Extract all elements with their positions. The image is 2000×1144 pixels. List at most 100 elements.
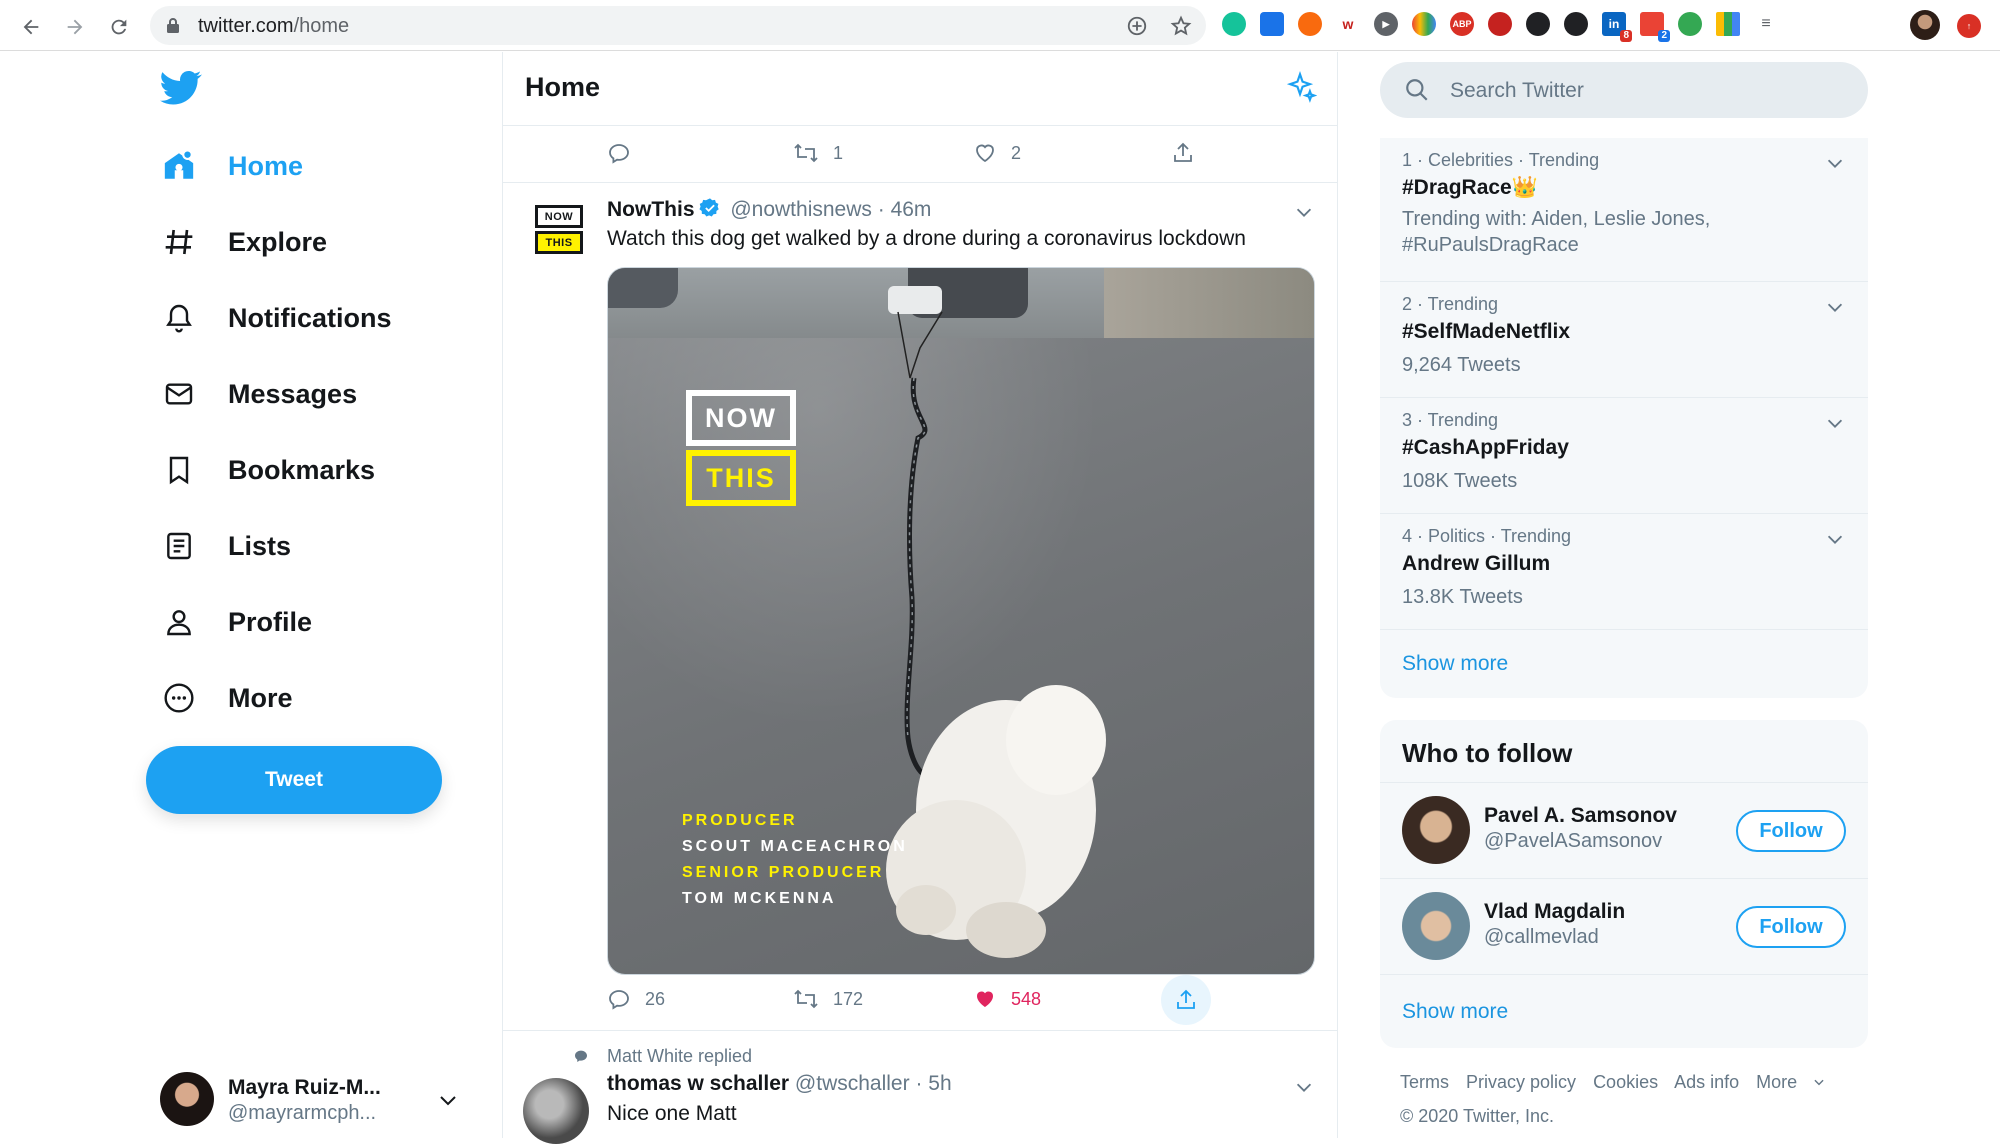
- tweet-author-name[interactable]: thomas w schaller: [607, 1072, 789, 1095]
- search-icon: [1406, 79, 1428, 101]
- linkedin-icon[interactable]: in 8: [1602, 12, 1632, 42]
- chevron-down-icon[interactable]: [1293, 1076, 1315, 1098]
- video-brand-bottom: THIS: [686, 450, 796, 506]
- adblock-icon[interactable]: ABP: [1450, 12, 1474, 36]
- avatar[interactable]: [1402, 892, 1470, 960]
- w-icon[interactable]: w: [1336, 12, 1360, 36]
- trends-show-more-link[interactable]: Show more: [1402, 652, 1508, 676]
- follow-suggestion[interactable]: Vlad Magdalin @callmevlad Follow: [1380, 878, 1868, 974]
- twitter-logo-icon[interactable]: [160, 70, 202, 106]
- trend-item[interactable]: 1 · Celebrities · Trending #DragRace👑 Tr…: [1380, 138, 1868, 282]
- trend-subtitle: 13.8K Tweets: [1402, 586, 1523, 608]
- account-switcher[interactable]: Mayra Ruiz-M... @mayrarmcph...: [160, 1072, 470, 1132]
- footer-link-privacy[interactable]: Privacy policy: [1466, 1072, 1576, 1092]
- chevron-down-icon[interactable]: [1824, 528, 1846, 550]
- like-button[interactable]: 548: [973, 987, 1041, 1011]
- follow-button[interactable]: Follow: [1736, 810, 1846, 852]
- trend-item[interactable]: 2 · Trending #SelfMadeNetflix 9,264 Twee…: [1380, 282, 1868, 398]
- video-brand: NOW THIS: [686, 390, 796, 506]
- tweet-author-handle[interactable]: @nowthisnews: [730, 198, 872, 221]
- footer-link-terms[interactable]: Terms: [1400, 1072, 1449, 1092]
- nav-lists[interactable]: Lists: [160, 520, 291, 572]
- nav-home[interactable]: Home: [160, 140, 303, 192]
- reload-button[interactable]: [102, 10, 136, 44]
- tweet-author-name[interactable]: NowThis: [607, 198, 695, 221]
- nav-more-label: More: [228, 682, 293, 713]
- playlist-icon[interactable]: ≡: [1754, 12, 1778, 36]
- nav-explore[interactable]: Explore: [160, 216, 327, 268]
- trend-item[interactable]: 4 · Politics · Trending Andrew Gillum 13…: [1380, 514, 1868, 630]
- back-button[interactable]: [14, 10, 48, 44]
- search-box[interactable]: Search Twitter: [1380, 62, 1868, 118]
- add-circle-icon[interactable]: [1126, 15, 1148, 37]
- star-icon[interactable]: [1170, 15, 1192, 37]
- verified-badge-icon: [698, 198, 719, 217]
- avatar[interactable]: [1402, 796, 1470, 864]
- bar-chart-icon[interactable]: [1716, 12, 1740, 36]
- address-bar[interactable]: twitter.com/home: [150, 6, 1206, 45]
- follow-button[interactable]: Follow: [1736, 906, 1846, 948]
- nav-more[interactable]: More: [160, 672, 293, 724]
- trend-meta: 2 · Trending: [1402, 294, 1499, 314]
- share-button[interactable]: [1161, 975, 1211, 1025]
- avatar[interactable]: [523, 1078, 589, 1144]
- share-button[interactable]: [1171, 141, 1195, 165]
- nav-messages[interactable]: Messages: [160, 368, 357, 420]
- tweet-time[interactable]: 46m: [891, 198, 932, 221]
- timeline-header: Home: [503, 52, 1337, 126]
- tweet-header: NowThis @nowthisnews · 46m: [607, 197, 931, 222]
- footer-link-more[interactable]: More: [1756, 1072, 1826, 1092]
- chevron-down-icon[interactable]: [1824, 296, 1846, 318]
- camera-icon[interactable]: [1678, 12, 1702, 36]
- trend-title: #SelfMadeNetflix: [1402, 320, 1571, 343]
- avatar-logo-top: NOW: [535, 205, 583, 228]
- tweet-separator: ·: [877, 198, 891, 221]
- sparkle-icon[interactable]: [1283, 70, 1317, 104]
- analytics-icon[interactable]: [1564, 12, 1588, 36]
- trend-item[interactable]: 3 · Trending #CashAppFriday 108K Tweets: [1380, 398, 1868, 514]
- video-credits: PRODUCER SCOUT MACEACHRON SENIOR PRODUCE…: [682, 808, 908, 912]
- like-button[interactable]: 2: [973, 141, 1021, 165]
- tweet-time[interactable]: 5h: [928, 1072, 951, 1095]
- avatar: [160, 1072, 214, 1126]
- tweet-button[interactable]: Tweet: [146, 746, 442, 814]
- retweet-button[interactable]: 172: [793, 987, 863, 1011]
- suggestion-name[interactable]: Vlad Magdalin: [1484, 900, 1625, 924]
- honey-icon[interactable]: [1298, 12, 1322, 36]
- rainbow-icon[interactable]: [1412, 12, 1436, 36]
- retweet-button[interactable]: 1: [793, 141, 843, 165]
- search-input[interactable]: Search Twitter: [1450, 79, 1584, 103]
- update-icon[interactable]: ↑: [1957, 14, 1981, 38]
- follow-suggestion[interactable]: Pavel A. Samsonov @PavelASamsonov Follow: [1380, 782, 1868, 878]
- browser-profile-avatar[interactable]: [1910, 10, 1940, 40]
- tweet[interactable]: Matt White replied thomas w schaller @tw…: [503, 1032, 1337, 1144]
- ublock-icon[interactable]: [1488, 12, 1512, 36]
- grammarly-icon[interactable]: [1222, 12, 1246, 36]
- footer-link-ads[interactable]: Ads info: [1674, 1072, 1739, 1092]
- chevron-down-icon[interactable]: [1824, 412, 1846, 434]
- speech-bubble-icon: [575, 1050, 587, 1062]
- globe-icon[interactable]: [1526, 12, 1550, 36]
- chevron-down-icon[interactable]: [1293, 201, 1315, 223]
- tweet-author-handle[interactable]: @twschaller: [795, 1072, 910, 1095]
- puzzle-icon[interactable]: 2: [1640, 12, 1670, 42]
- tweet-video[interactable]: NOW THIS PRODUCER SCOUT MACEACHRON SENIO…: [607, 267, 1315, 975]
- chevron-down-icon[interactable]: [1824, 152, 1846, 174]
- envelope-icon: [165, 383, 193, 405]
- video-brand-top: NOW: [686, 390, 796, 446]
- play-icon[interactable]: ▶: [1374, 12, 1398, 36]
- reply-button[interactable]: 26: [607, 987, 665, 1011]
- nav-bookmarks[interactable]: Bookmarks: [160, 444, 375, 496]
- nav-profile[interactable]: Profile: [160, 596, 312, 648]
- nav-notifications[interactable]: Notifications: [160, 292, 392, 344]
- who-to-follow-show-more-link[interactable]: Show more: [1402, 1000, 1508, 1024]
- suggestion-name[interactable]: Pavel A. Samsonov: [1484, 804, 1677, 828]
- avatar[interactable]: NOW THIS: [535, 205, 583, 255]
- forward-button[interactable]: [58, 10, 92, 44]
- tweet[interactable]: NOW THIS NowThis @nowthisnews · 46m Watc…: [503, 183, 1337, 1031]
- footer-link-cookies[interactable]: Cookies: [1593, 1072, 1658, 1092]
- suggestion-handle: @PavelASamsonov: [1484, 830, 1663, 852]
- reply-button[interactable]: [607, 141, 631, 165]
- reply-icon: [609, 990, 629, 1010]
- cap-icon[interactable]: [1260, 12, 1284, 36]
